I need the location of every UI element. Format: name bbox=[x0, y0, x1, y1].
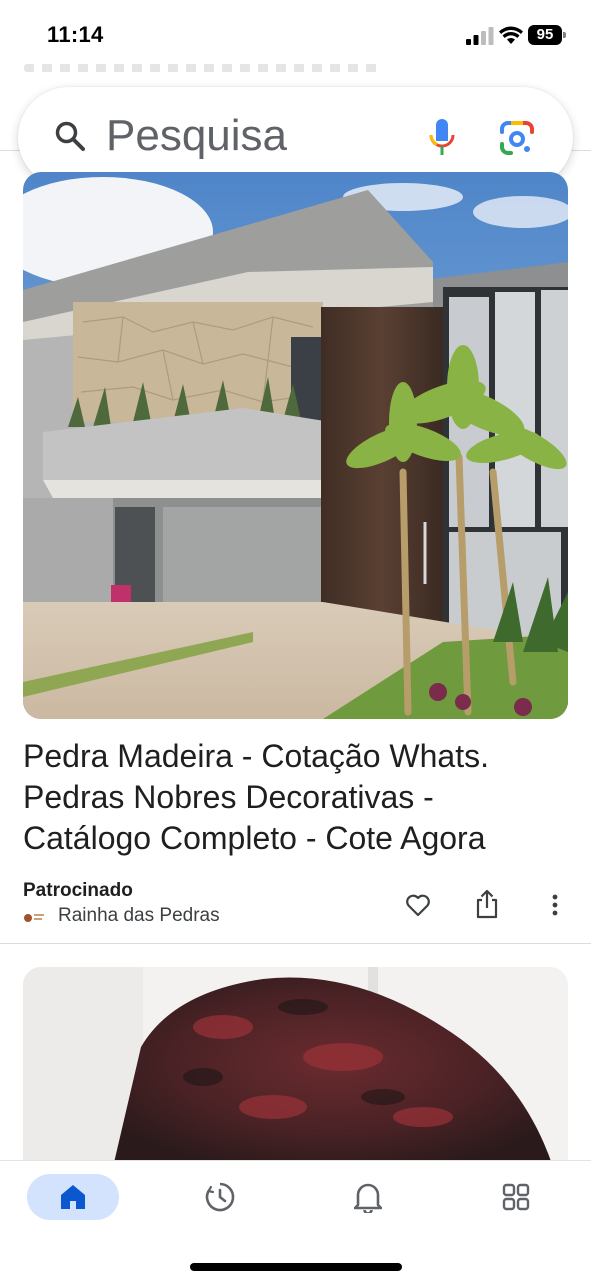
search-input[interactable]: Pesquisa bbox=[106, 111, 287, 161]
status-bar: 11:14 95 bbox=[0, 0, 591, 70]
battery-indicator: 95 bbox=[528, 25, 566, 45]
scrolled-content-fragment bbox=[24, 64, 384, 72]
search-icon bbox=[55, 121, 85, 151]
discover-history-icon bbox=[205, 1182, 235, 1212]
more-options-icon[interactable] bbox=[544, 891, 566, 919]
status-time: 11:14 bbox=[47, 22, 104, 47]
cellular-signal-icon bbox=[466, 27, 494, 45]
wifi-icon bbox=[499, 26, 523, 44]
ad-title-line-2[interactable]: Pedras Nobres Decorativas - bbox=[23, 777, 568, 818]
ad-title[interactable]: Pedra Madeira - Cotação Whats. Pedras No… bbox=[23, 736, 568, 859]
ad-title-line-1[interactable]: Pedra Madeira - Cotação Whats. bbox=[23, 736, 568, 777]
apps-grid-icon bbox=[502, 1183, 530, 1211]
nav-discover[interactable] bbox=[197, 1174, 243, 1220]
battery-level: 95 bbox=[528, 25, 562, 45]
microphone-icon[interactable] bbox=[428, 118, 456, 156]
nav-home[interactable] bbox=[27, 1174, 119, 1220]
feed-divider bbox=[0, 943, 591, 944]
bottom-navigation bbox=[0, 1160, 591, 1280]
ad-title-line-3[interactable]: Catálogo Completo - Cote Agora bbox=[23, 818, 568, 859]
source-logo-icon bbox=[24, 914, 44, 922]
feed-image-stone[interactable] bbox=[23, 967, 568, 1167]
stone-photo bbox=[23, 967, 568, 1167]
nav-apps[interactable] bbox=[493, 1174, 539, 1220]
house-photo bbox=[23, 172, 568, 719]
nav-notifications[interactable] bbox=[345, 1174, 391, 1220]
home-indicator[interactable] bbox=[190, 1263, 402, 1271]
heart-icon[interactable] bbox=[404, 891, 432, 919]
bell-icon bbox=[354, 1183, 382, 1213]
ad-image-house[interactable] bbox=[23, 172, 568, 719]
battery-tip bbox=[563, 32, 566, 38]
source-name[interactable]: Rainha das Pedras bbox=[58, 905, 220, 927]
home-icon bbox=[61, 1185, 85, 1209]
google-lens-icon[interactable] bbox=[499, 120, 535, 156]
share-icon[interactable] bbox=[473, 889, 501, 919]
sponsored-label: Patrocinado bbox=[23, 880, 133, 901]
